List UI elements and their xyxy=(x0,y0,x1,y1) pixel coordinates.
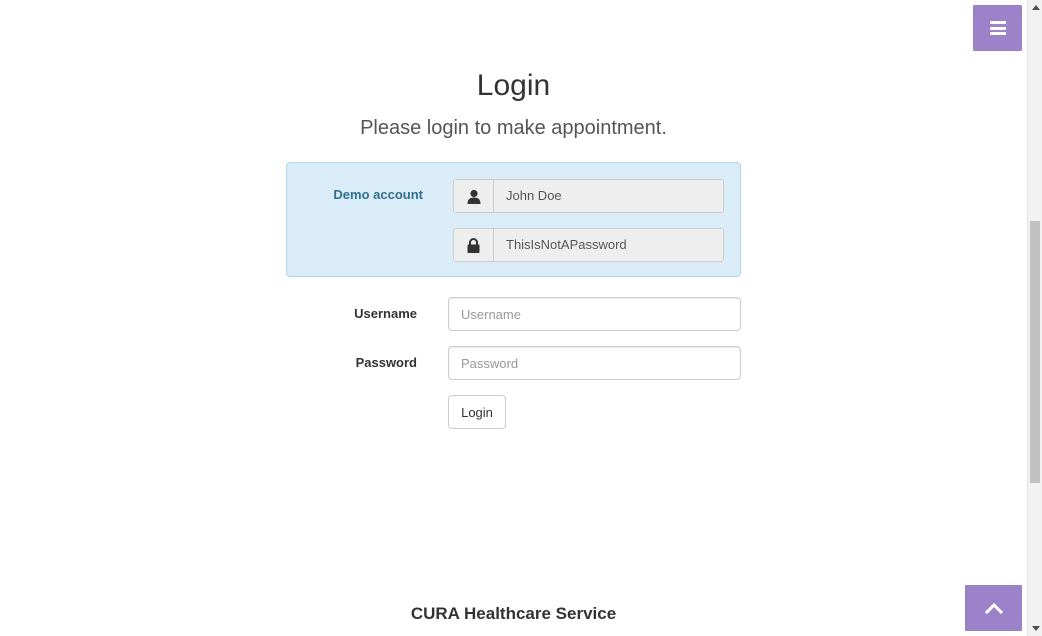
demo-username-field[interactable]: John Doe xyxy=(494,180,723,212)
demo-password-field[interactable]: ThisIsNotAPassword xyxy=(494,229,723,261)
page-title: Login xyxy=(476,69,551,102)
back-to-top-button[interactable] xyxy=(965,585,1022,631)
password-input[interactable] xyxy=(448,346,741,380)
username-input[interactable] xyxy=(448,297,741,331)
scrollbar-thumb[interactable] xyxy=(1030,221,1040,483)
demo-password-group: ThisIsNotAPassword xyxy=(453,228,724,262)
vertical-scrollbar[interactable] xyxy=(1027,0,1042,636)
password-label: Password xyxy=(355,355,417,370)
footer-title: CURA Healthcare Service xyxy=(410,604,617,623)
user-icon xyxy=(454,180,494,212)
demo-username-group: John Doe xyxy=(453,179,724,213)
hamburger-menu-icon xyxy=(989,21,1006,35)
menu-toggle-button[interactable] xyxy=(973,5,1022,51)
chevron-up-icon xyxy=(984,602,1003,614)
scroll-up-arrow-icon[interactable] xyxy=(1028,0,1042,15)
login-page: Login Please login to make appointment. … xyxy=(0,0,1042,636)
login-button[interactable]: Login xyxy=(448,395,506,429)
scroll-down-arrow-icon[interactable] xyxy=(1028,621,1042,636)
username-label: Username xyxy=(354,306,417,321)
page-subtitle: Please login to make appointment. xyxy=(360,117,667,139)
lock-icon xyxy=(454,229,494,261)
demo-account-label: Demo account xyxy=(333,187,423,202)
